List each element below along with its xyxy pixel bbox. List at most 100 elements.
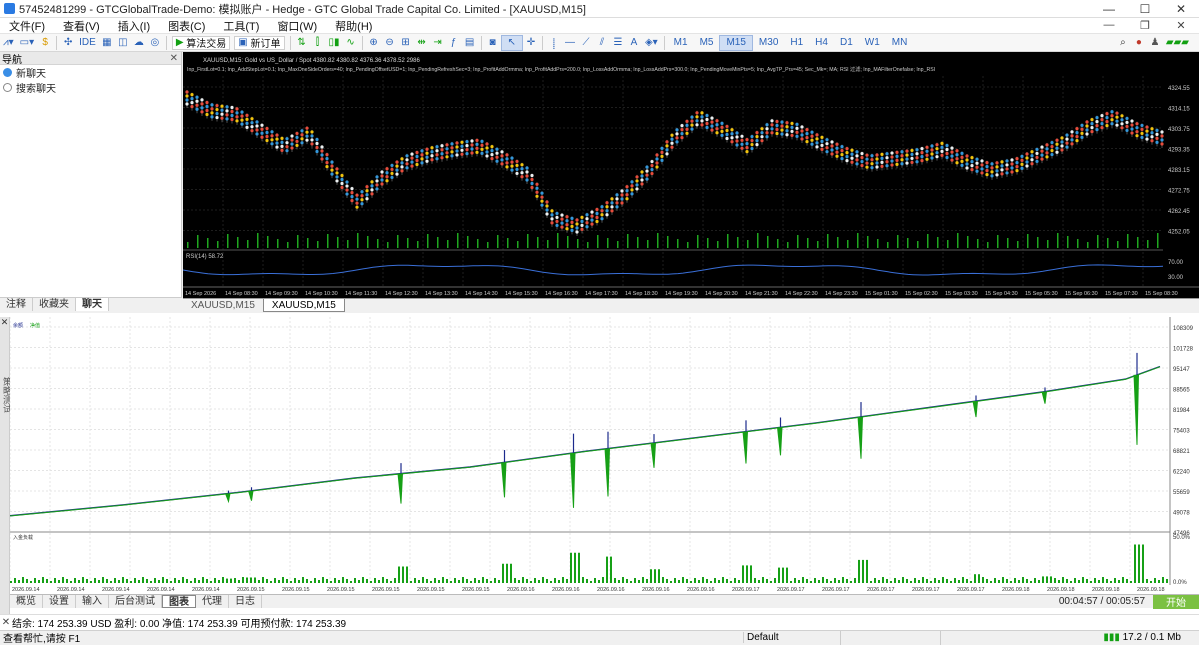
tab-overview[interactable]: 概览 [10, 595, 43, 608]
load-bar [518, 580, 520, 583]
crosshair-pin-icon[interactable]: ✣ [60, 35, 76, 51]
load-bar [1034, 578, 1036, 583]
menu-tools[interactable]: 工具(T) [214, 18, 268, 34]
ide-button[interactable]: IDE [76, 35, 99, 51]
menu-window[interactable]: 窗口(W) [268, 18, 326, 34]
time-axis-label: 15 Sep 06:30 [1065, 291, 1098, 297]
templates-icon[interactable]: ▤ [462, 35, 478, 51]
timeframe-m15[interactable]: M15 [719, 34, 753, 51]
line-chart-icon[interactable]: ∿ [343, 35, 359, 51]
shapes-icon[interactable]: ◈▾ [642, 35, 661, 51]
chart-shift-icon[interactable]: ⇥ [430, 35, 446, 51]
signal-strength-icon[interactable]: ▰▰▰ [1163, 35, 1199, 51]
time-axis-label: 14 Sep 15:30 [505, 291, 538, 297]
load-bar [978, 574, 980, 583]
menu-chart[interactable]: 图表(C) [159, 18, 214, 34]
load-bar [482, 577, 484, 583]
timeframe-h4[interactable]: H4 [809, 35, 834, 51]
timeframe-m5[interactable]: M5 [694, 35, 720, 51]
tab-notes[interactable]: 注释 [0, 298, 33, 311]
cursor-icon[interactable]: ↖ [500, 34, 523, 51]
account-icon[interactable]: ♟ [1147, 35, 1163, 51]
new-order-button[interactable]: ▣ 新订单 [234, 35, 285, 50]
load-bar [146, 579, 148, 583]
close-button[interactable]: ✕ [1163, 2, 1199, 16]
channel-icon[interactable]: ⫽ [594, 35, 610, 51]
tab-agents[interactable]: 代理 [196, 595, 229, 608]
menu-help[interactable]: 帮助(H) [326, 18, 381, 34]
boxes-icon[interactable]: ▦ [99, 35, 115, 51]
tab-settings[interactable]: 设置 [43, 595, 76, 608]
alert-icon[interactable]: ● [1131, 35, 1147, 51]
load-bar [458, 580, 460, 583]
tester-tabs: 概览 设置 输入 后台测试 图表 代理 日志 00:04:57 / 00:05:… [10, 594, 1199, 609]
search-chat-item[interactable]: 搜索聊天 [0, 80, 181, 95]
tab-journal[interactable]: 日志 [229, 595, 262, 608]
close-icon[interactable]: ✕ [170, 53, 178, 64]
timeframe-mn[interactable]: MN [886, 35, 914, 51]
tab-inputs[interactable]: 输入 [76, 595, 109, 608]
new-chat-item[interactable]: 新聊天 [0, 65, 181, 80]
bar-chart-icon[interactable]: ⫿ [310, 35, 326, 51]
algo-trading-button[interactable]: ▶ 算法交易 [171, 35, 231, 50]
tab-backtest[interactable]: 后台测试 [109, 595, 162, 608]
signals-icon[interactable]: ◫ [115, 35, 131, 51]
load-bar [338, 580, 340, 583]
chart-tab-2[interactable]: XAUUSD,M15 [262, 299, 345, 312]
load-bar [1010, 581, 1012, 583]
load-bar [386, 579, 388, 583]
close-icon[interactable]: ✕ [0, 317, 9, 328]
profile-name[interactable]: Default [743, 632, 833, 643]
menu-view[interactable]: 查看(V) [54, 18, 109, 34]
autoscroll-icon[interactable]: ⇹ [414, 35, 430, 51]
load-bar [634, 578, 636, 583]
maximize-button[interactable]: ☐ [1127, 2, 1163, 16]
minimize-button[interactable]: — [1091, 2, 1127, 16]
tile-icon[interactable]: ⊞ [398, 35, 414, 51]
buy-sell-icon[interactable]: ⇅ [294, 35, 310, 51]
load-bar [830, 581, 832, 583]
tab-favorites[interactable]: 收藏夹 [33, 298, 76, 311]
screenshot-icon[interactable]: ◙ [485, 35, 501, 51]
horizontal-line-icon[interactable]: — [562, 35, 578, 51]
timeframe-m1[interactable]: M1 [668, 35, 694, 51]
load-bar [1162, 577, 1164, 583]
cloud-icon[interactable]: ☁ [131, 35, 147, 51]
close-icon[interactable]: ✕ [0, 617, 12, 628]
mdi-minimize-button[interactable]: — [1091, 19, 1127, 32]
menu-insert[interactable]: 插入(I) [109, 18, 159, 34]
zoom-in-icon[interactable]: ⊕ [366, 35, 382, 51]
mdi-restore-button[interactable]: ❐ [1127, 19, 1163, 32]
menu-file[interactable]: 文件(F) [0, 18, 54, 34]
timeframe-w1[interactable]: W1 [859, 35, 886, 51]
vertical-line-icon[interactable]: ⸽ [546, 35, 562, 51]
indicators-icon[interactable]: ƒ [446, 35, 462, 51]
profiles-icon[interactable]: ▭▾ [17, 35, 37, 51]
fibonacci-icon[interactable]: ☰ [610, 35, 626, 51]
timeframe-h1[interactable]: H1 [784, 35, 809, 51]
text-icon[interactable]: A [626, 35, 642, 51]
timeframe-d1[interactable]: D1 [834, 35, 859, 51]
mdi-close-button[interactable]: ✕ [1163, 19, 1199, 32]
money-icon[interactable]: $ [37, 35, 53, 51]
tab-graph[interactable]: 图表 [162, 595, 196, 608]
equity-chart[interactable]: 余额 净值 入金负载 50.0% 0.0% 108309101728951478… [10, 317, 1199, 599]
search-icon[interactable]: ⌕ [1115, 35, 1131, 51]
timeframe-m30[interactable]: M30 [753, 35, 784, 51]
load-bar [1038, 580, 1040, 583]
tab-chat[interactable]: 聊天 [76, 298, 109, 311]
load-bar [1150, 581, 1152, 583]
price-chart-canvas[interactable]: XAUUSD,M15: Gold vs US_Dollar / Spot 438… [183, 52, 1199, 298]
price-chart[interactable]: XAUUSD,M15: Gold vs US_Dollar / Spot 438… [183, 52, 1199, 298]
vps-icon[interactable]: ◎ [147, 35, 163, 51]
crosshair-icon[interactable]: ✛ [523, 35, 539, 51]
load-bar [670, 581, 672, 583]
zoom-out-icon[interactable]: ⊖ [382, 35, 398, 51]
start-button[interactable]: 开始 [1153, 594, 1199, 609]
load-bar [106, 579, 108, 583]
candles-icon[interactable]: ▯▮ [326, 35, 343, 51]
chart-tab-1[interactable]: XAUUSD,M15 [183, 299, 263, 312]
chart-type-icon[interactable]: ⩘▾ [0, 35, 17, 51]
time-axis-label: 15 Sep 02:30 [905, 291, 938, 297]
trend-line-icon[interactable]: ⟋ [578, 35, 594, 51]
